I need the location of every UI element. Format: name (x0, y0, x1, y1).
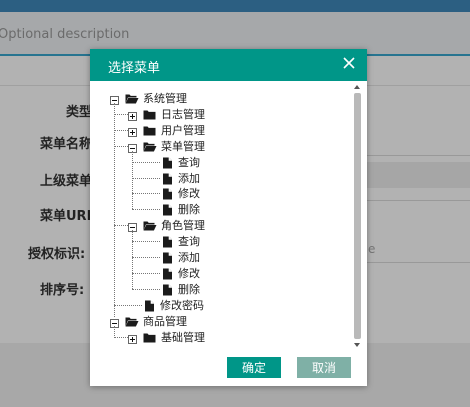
scroll-up-arrow-icon[interactable] (354, 85, 360, 89)
tree-connector (114, 325, 115, 337)
tree-connector (114, 113, 128, 115)
tree-connector (132, 193, 160, 195)
tree-scrollbar[interactable] (353, 85, 362, 349)
collapse-icon[interactable] (110, 317, 119, 328)
open-folder-icon (143, 220, 157, 231)
file-icon (162, 284, 175, 296)
tree-node-label: 查询 (178, 155, 200, 169)
tree-connector (132, 230, 133, 289)
dialog-title: 选择菜单 (108, 61, 161, 76)
file-icon (162, 268, 175, 280)
file-icon (162, 157, 175, 169)
tree-node-label: 添加 (178, 251, 200, 264)
open-folder-icon (143, 141, 157, 152)
collapse-icon[interactable] (128, 142, 137, 153)
tree-node-label: 删除 (178, 203, 200, 217)
tree-node-label: 商品管理 (143, 314, 187, 328)
tree-connector (114, 145, 128, 147)
tree-node-label: 修改 (178, 266, 200, 280)
expand-icon[interactable] (128, 110, 137, 121)
tree-connector (132, 241, 160, 243)
tree-connector (132, 257, 160, 258)
tree-node-label: 基础管理 (161, 330, 205, 344)
tree-connector (132, 150, 133, 210)
collapse-icon[interactable] (110, 94, 119, 105)
tree-node-label: 添加 (178, 171, 200, 185)
tree-node-label: 修改 (178, 187, 200, 201)
tree-node-label: 删除 (178, 282, 200, 296)
confirm-button[interactable]: 确定 (227, 357, 281, 378)
scroll-down-arrow-icon[interactable] (354, 343, 360, 347)
folder-icon (143, 332, 156, 343)
tree-connector (114, 129, 128, 131)
tree-connector (132, 177, 160, 179)
select-menu-dialog: 选择菜单 系统管理 日志管理 用户管理 菜单管理 查询 添加 修改 删除 角色管理 查询 添加 修改删… (90, 49, 367, 386)
expand-icon[interactable] (128, 126, 137, 137)
file-icon (162, 173, 175, 184)
file-icon (162, 204, 175, 216)
file-icon (162, 188, 175, 200)
tree-connector (132, 209, 160, 211)
expand-icon[interactable] (128, 333, 137, 344)
dialog-header: 选择菜单 (90, 49, 367, 81)
menu-tree: 系统管理 日志管理 用户管理 菜单管理 查询 添加 修改 删除 角色管理 查询 添加 修改 删除 修改密码… (102, 85, 364, 349)
collapse-icon[interactable] (128, 221, 137, 233)
tree-connector (132, 161, 160, 163)
tree-connector (114, 103, 115, 317)
tree-connector (114, 225, 128, 227)
folder-icon (143, 125, 156, 136)
tree-node-label: 用户管理 (161, 123, 205, 137)
file-icon (162, 252, 175, 264)
tree-connector (114, 336, 128, 338)
tree-connector (132, 288, 160, 290)
file-icon (162, 236, 175, 248)
open-folder-icon (125, 316, 139, 327)
cancel-button[interactable]: 取消 (297, 357, 351, 378)
tree-connector (132, 272, 160, 274)
open-folder-icon (125, 93, 139, 104)
tree-connector (114, 304, 142, 306)
tree-node-label: 系统管理 (143, 92, 187, 105)
tree-node-label: 修改密码 (160, 298, 204, 312)
tree-node-label: 角色管理 (161, 219, 205, 233)
tree-node-label: 查询 (178, 235, 200, 249)
tree-node-label: 菜单管理 (161, 139, 205, 153)
tree-node-label: 日志管理 (161, 107, 205, 121)
file-icon (144, 300, 157, 312)
scroll-thumb[interactable] (354, 93, 361, 339)
close-icon[interactable] (341, 55, 357, 71)
folder-icon (143, 109, 156, 120)
